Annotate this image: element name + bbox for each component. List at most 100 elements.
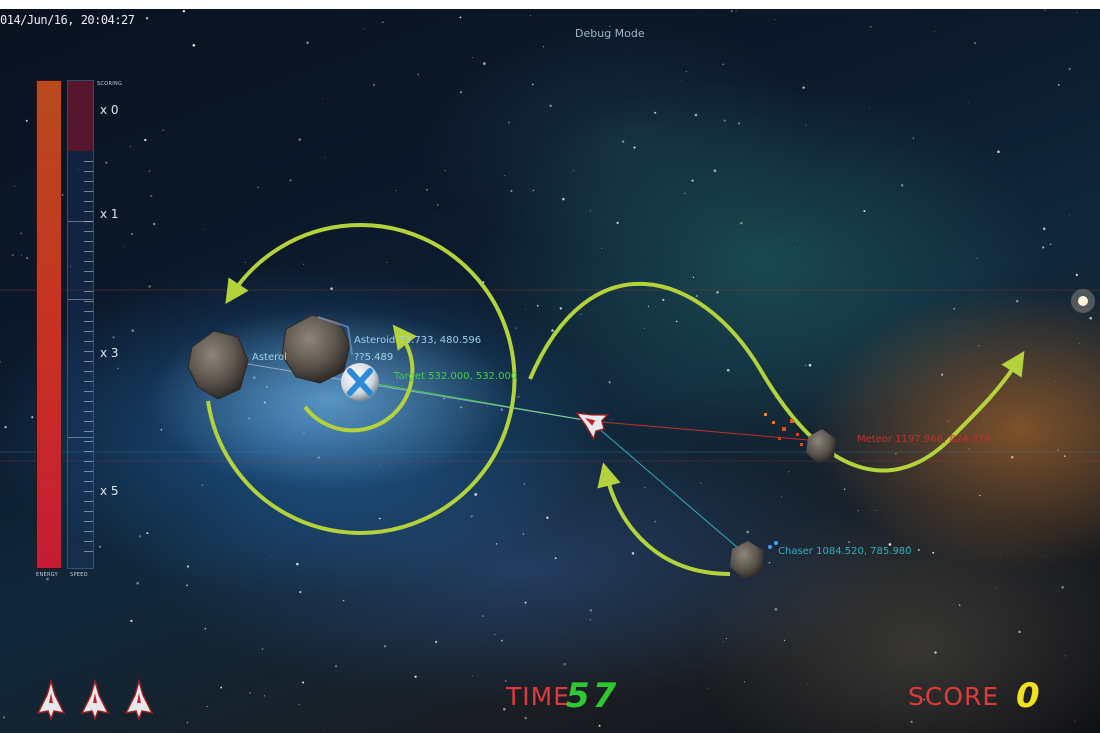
star <box>573 170 575 172</box>
star <box>460 91 462 94</box>
star <box>144 138 147 142</box>
star <box>744 681 746 683</box>
asteroid-coords-2: ??5.489 <box>354 352 394 363</box>
speed-tick <box>84 411 93 412</box>
speed-tick <box>84 331 93 332</box>
star <box>1057 84 1060 86</box>
star <box>716 291 719 294</box>
speed-tick <box>84 181 93 182</box>
star <box>546 516 549 519</box>
star <box>589 609 593 612</box>
star <box>774 19 776 21</box>
star <box>542 46 545 48</box>
star <box>529 15 531 17</box>
speed-tick <box>84 431 93 432</box>
star <box>443 397 445 400</box>
star <box>417 73 420 76</box>
star <box>263 695 266 697</box>
star <box>138 535 142 538</box>
multiplier-divider <box>68 221 93 222</box>
star <box>458 400 460 402</box>
star <box>531 83 534 86</box>
x-marker-icon <box>341 363 379 401</box>
star <box>117 367 119 370</box>
star <box>707 688 709 690</box>
game-viewport[interactable]: 014/Jun/16, 20:04:27 Debug Mode SCORING … <box>0 9 1100 733</box>
star <box>153 222 156 226</box>
star <box>746 530 750 534</box>
star <box>494 633 496 636</box>
star <box>912 137 914 139</box>
star <box>303 432 305 434</box>
star <box>738 122 741 125</box>
star <box>436 204 439 207</box>
star <box>317 456 320 459</box>
star <box>460 406 463 409</box>
star <box>983 420 984 421</box>
star <box>342 599 345 602</box>
star <box>321 98 323 99</box>
star <box>201 484 203 486</box>
star <box>973 42 976 45</box>
star <box>383 645 387 648</box>
star <box>14 186 16 188</box>
star <box>160 428 163 431</box>
datetime-display: 014/Jun/16, 20:04:27 <box>0 13 135 27</box>
star <box>363 28 364 30</box>
star <box>248 417 251 420</box>
meteor-icon <box>764 413 836 463</box>
star <box>105 161 108 164</box>
star <box>244 261 247 264</box>
star <box>869 107 871 109</box>
speed-tick <box>84 281 93 282</box>
star <box>806 683 808 684</box>
time-value: 57 <box>566 676 620 716</box>
star <box>900 183 904 187</box>
star <box>185 35 186 37</box>
star <box>977 345 980 347</box>
star <box>266 385 268 388</box>
star <box>504 174 506 177</box>
star <box>379 465 380 466</box>
star <box>500 639 503 642</box>
speed-label: SPEED <box>70 572 88 578</box>
star <box>700 482 702 484</box>
star <box>601 247 603 249</box>
star <box>788 471 790 473</box>
star <box>869 25 872 28</box>
star <box>598 724 601 727</box>
star <box>805 364 807 366</box>
star <box>685 70 688 73</box>
star <box>395 189 397 192</box>
star <box>895 452 897 455</box>
star <box>150 194 153 198</box>
speed-tick <box>84 161 93 162</box>
star <box>1069 215 1071 217</box>
speed-tick <box>84 211 93 212</box>
star <box>910 720 913 723</box>
star <box>386 262 388 263</box>
star <box>694 113 698 117</box>
asteroid-icon <box>281 314 353 384</box>
star <box>551 329 554 332</box>
star <box>510 189 513 193</box>
star <box>20 232 23 235</box>
star <box>563 662 567 666</box>
multiplier-x0: x 0 <box>100 103 119 117</box>
star <box>675 320 678 323</box>
star <box>726 368 730 372</box>
speed-tick <box>84 191 93 192</box>
star <box>136 582 139 585</box>
star <box>725 638 727 640</box>
star <box>204 627 207 630</box>
asteroid-label: Asteroid 73.733, 480.596 <box>354 335 482 346</box>
star <box>932 551 935 554</box>
star <box>1061 585 1064 589</box>
star <box>692 276 695 278</box>
star <box>146 532 149 535</box>
star <box>263 401 266 404</box>
star <box>335 665 337 668</box>
asteroid-icon <box>187 330 249 400</box>
speed-tick <box>84 261 93 262</box>
star <box>695 294 699 298</box>
